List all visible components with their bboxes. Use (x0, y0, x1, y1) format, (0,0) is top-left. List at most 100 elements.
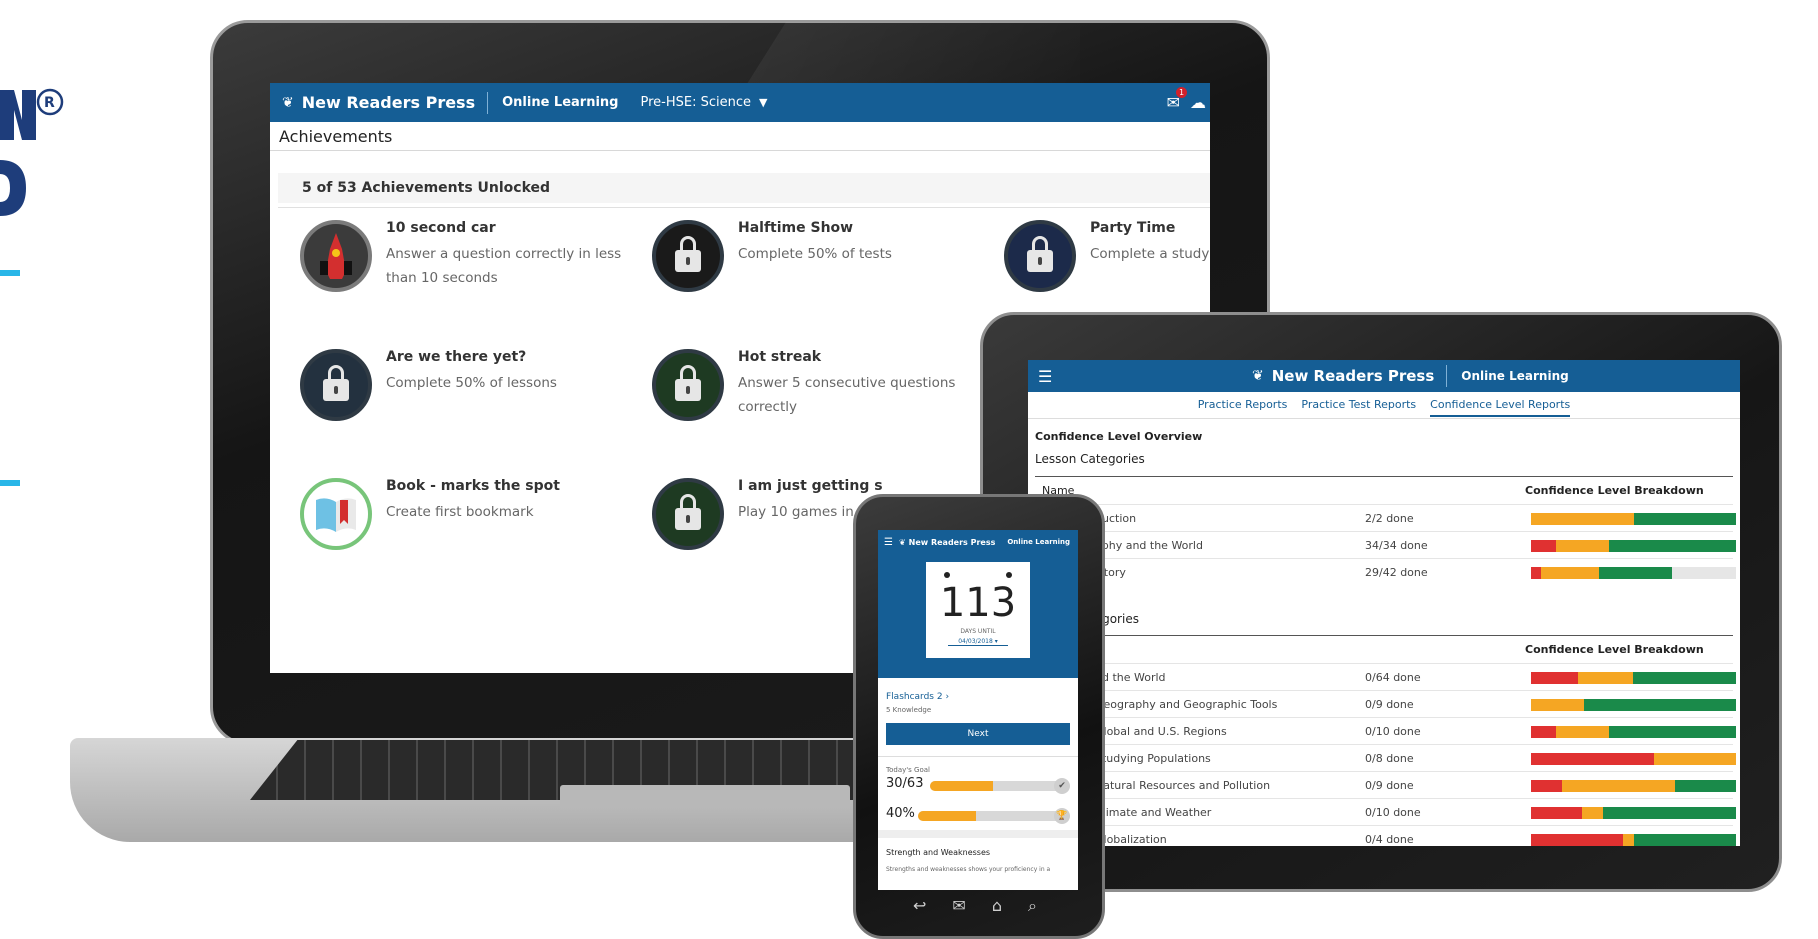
confidence-segment-red (1531, 726, 1556, 738)
confidence-segment-red (1531, 780, 1562, 792)
tab-confidence-level-reports[interactable]: Confidence Level Reports (1430, 398, 1571, 417)
achievement-item[interactable]: 10 second car Answer a question correctl… (300, 220, 630, 310)
confidence-segment-green (1633, 834, 1736, 846)
table-row[interactable]: nd the World 0/64 done (1035, 663, 1736, 690)
row-done: 0/10 done (1365, 806, 1421, 819)
confidence-bar (1531, 807, 1736, 819)
book-bird-icon: ❦ (1252, 368, 1264, 384)
confidence-bar (1531, 672, 1736, 684)
svg-text:R: R (44, 95, 55, 111)
achievement-title: Hot streak (738, 349, 822, 365)
achievement-item[interactable]: Party Time Complete a study (1004, 220, 1210, 310)
percent-value: 40% (886, 806, 915, 821)
confidence-segment-green (1602, 807, 1736, 819)
race-car-icon (300, 220, 372, 292)
table-row[interactable]: istory 29/42 done (1035, 558, 1736, 585)
confidence-bar (1531, 567, 1736, 579)
row-name: Global and U.S. Regions (1095, 725, 1227, 738)
table-row[interactable]: Geography and Geographic Tools 0/9 done (1035, 690, 1736, 717)
report-tabs: Practice Reports Practice Test Reports C… (1028, 398, 1740, 417)
achievement-desc: Create first bookmark (386, 504, 534, 520)
tablet-screen: ☰ ❦ New Readers Press Online Learning Pr… (1028, 360, 1740, 846)
brand-logo[interactable]: ❦ New Readers Press (1240, 367, 1446, 385)
brand-logo[interactable]: ❦ New Readers Press (893, 538, 1001, 547)
row-name: nd the World (1095, 671, 1166, 684)
achievement-title: Are we there yet? (386, 349, 527, 365)
flashcards-link[interactable]: Flashcards 2 › (886, 692, 949, 702)
date-dropdown[interactable]: 04/03/2018 ▾ (948, 638, 1008, 646)
tab-practice-test-reports[interactable]: Practice Test Reports (1301, 398, 1416, 417)
lock-icon (652, 349, 724, 421)
table-row[interactable]: aphy and the World 34/34 done (1035, 531, 1736, 558)
search-icon[interactable]: ⌕ (1028, 896, 1037, 916)
mail-icon[interactable]: ✉ (952, 896, 965, 916)
confidence-segment-red (1531, 753, 1654, 765)
achievement-title: Party Time (1090, 220, 1176, 236)
table-row[interactable]: Climate and Weather 0/10 done (1035, 798, 1736, 825)
menu-icon[interactable]: ☰ (884, 537, 893, 548)
confidence-segment-red (1531, 834, 1624, 846)
confidence-bar (1531, 699, 1736, 711)
achievement-item[interactable]: Hot streak Answer 5 consecutive question… (652, 349, 982, 439)
row-name: Natural Resources and Pollution (1095, 779, 1271, 792)
achievement-title: 10 second car (386, 220, 496, 236)
confidence-segment-green (1608, 540, 1736, 552)
divider (270, 150, 1210, 151)
achievement-item[interactable]: Halftime Show Complete 50% of tests (652, 220, 982, 310)
table-row[interactable]: Natural Resources and Pollution 0/9 done (1035, 771, 1736, 798)
online-learning-link[interactable]: Online Learning (1001, 538, 1076, 546)
home-icon[interactable]: ⌂ (992, 896, 1002, 916)
online-learning-link[interactable]: Online Learning (488, 95, 632, 110)
confidence-segment-green (1633, 513, 1736, 525)
subject-dropdown[interactable]: Pre-HSE: Science ▼ (632, 95, 775, 110)
confidence-segment-red (1531, 672, 1579, 684)
phone-header: ☰ ❦ New Readers Press Online Learning 11… (878, 530, 1078, 678)
table-row[interactable]: Global and U.S. Regions 0/10 done (1035, 717, 1736, 744)
calendar-rings-icon (944, 572, 1012, 578)
menu-icon[interactable]: ☰ (1038, 367, 1056, 386)
confidence-segment-orange (1531, 513, 1634, 525)
cloud-icon[interactable]: ☁ (1190, 93, 1206, 112)
row-done: 34/34 done (1365, 539, 1428, 552)
achievement-item[interactable]: Are we there yet? Complete 50% of lesson… (300, 349, 630, 439)
top-nav-bar: ❦ New Readers Press Online Learning Pre-… (270, 83, 1210, 122)
confidence-segment-green (1608, 726, 1736, 738)
tablet-brand: ❦ New Readers Press Online Learning (1240, 360, 1583, 392)
check-icon: ✔ (1054, 778, 1070, 794)
percent-progress-bar (918, 811, 1062, 821)
row-name: Geography and Geographic Tools (1095, 698, 1278, 711)
goal-value: 30/63 (886, 776, 924, 791)
table-row[interactable]: duction 2/2 done (1035, 504, 1736, 531)
tab-practice-reports[interactable]: Practice Reports (1198, 398, 1288, 417)
row-done: 0/9 done (1365, 698, 1414, 711)
phone-system-nav: ↩ ✉ ⌂ ⌕ (900, 896, 1050, 916)
row-done: 0/9 done (1365, 779, 1414, 792)
laptop-trackpad (560, 785, 850, 807)
confidence-segment-gray (1672, 567, 1736, 579)
row-done: 0/8 done (1365, 752, 1414, 765)
strengths-desc: Strengths and weaknesses shows your prof… (886, 866, 1051, 873)
divider (878, 756, 1078, 757)
trophy-icon: 🏆 (1054, 808, 1070, 824)
next-button[interactable]: Next (886, 723, 1070, 745)
column-header-confidence: Confidence Level Breakdown (1525, 643, 1704, 656)
strengths-title: Strength and Weaknesses (886, 848, 991, 857)
achievement-desc: Complete 50% of lessons (386, 375, 557, 391)
brand-logo[interactable]: ❦ New Readers Press (270, 93, 487, 112)
confidence-segment-red (1531, 567, 1542, 579)
achievement-title: Halftime Show (738, 220, 854, 236)
inbox-icon[interactable]: ✉ 1 (1167, 87, 1187, 112)
lock-icon (300, 349, 372, 421)
back-icon[interactable]: ↩ (913, 896, 926, 916)
row-name: Studying Populations (1095, 752, 1211, 765)
achievement-item[interactable]: Book - marks the spot Create first bookm… (300, 478, 630, 568)
confidence-segment-orange (1541, 567, 1599, 579)
divider (1028, 418, 1740, 419)
phone-screen: ☰ ❦ New Readers Press Online Learning 11… (878, 530, 1078, 890)
table-row[interactable]: Globalization 0/4 done (1035, 825, 1736, 846)
confidence-segment-orange (1561, 780, 1675, 792)
online-learning-link[interactable]: Online Learning (1447, 369, 1582, 383)
confidence-bar (1531, 753, 1736, 765)
table-row[interactable]: Studying Populations 0/8 done (1035, 744, 1736, 771)
confidence-segment-green (1674, 780, 1736, 792)
